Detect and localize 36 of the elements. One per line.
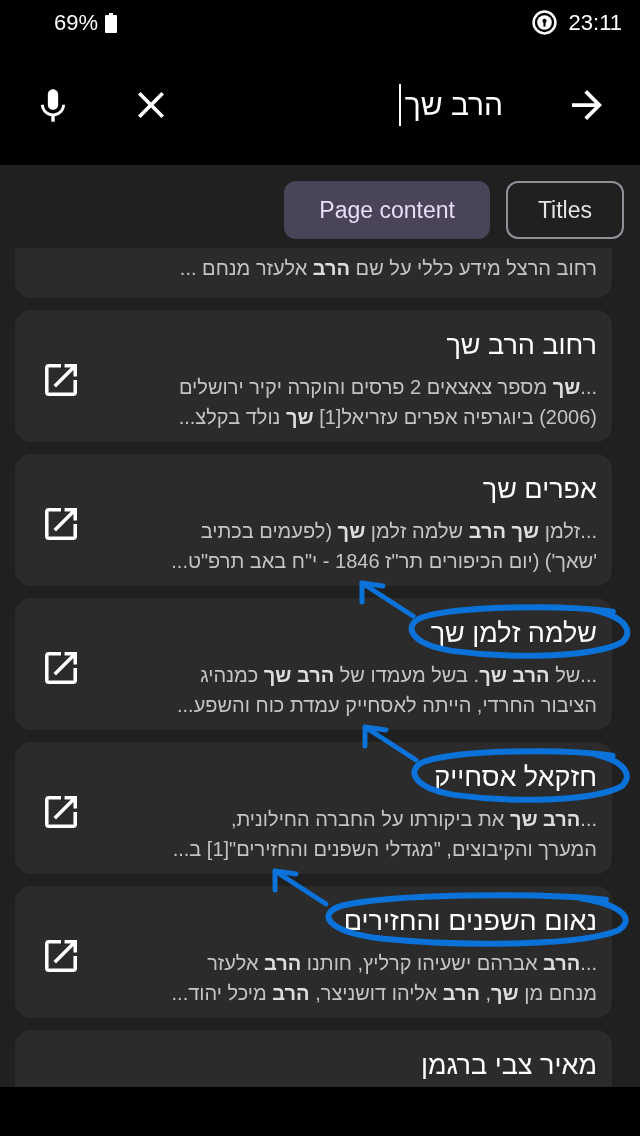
microphone-icon bbox=[41, 88, 65, 122]
result-card[interactable] bbox=[15, 598, 612, 730]
result-title: חזקאל אסחייק bbox=[434, 761, 597, 794]
result-snippet: ...זלמן שך הרב שלמה זלמן שך (לפעמים בכתיב 'שאך') (יום הכיפורים תר"ז 1846 - י"ח באב תרפ"ט... bbox=[171, 519, 597, 574]
clock-time: 23:11 bbox=[568, 9, 622, 36]
result-snippet: רחוב הרצל מידע כללי על שם הרב אלעזר מנחם ... bbox=[179, 256, 597, 281]
result-snippet: ...של הרב שך. בשל מעמדו של הרב שך כמנהיג הציבור החרדי, הייתה לאסחייק עמדת כוח והשפע... bbox=[176, 663, 597, 718]
battery-percentage: 69% bbox=[54, 9, 99, 36]
external-link-icon bbox=[45, 652, 77, 684]
filter-chip[interactable]: Page content bbox=[284, 181, 490, 239]
result-card[interactable] bbox=[15, 886, 612, 1018]
result-card[interactable] bbox=[15, 1030, 612, 1087]
external-link-icon bbox=[45, 940, 77, 972]
result-title: נאום השפנים והחזירים bbox=[343, 905, 597, 938]
search-field[interactable]: הרב שך bbox=[195, 77, 515, 133]
result-snippet: ...שך מספר צאצאים 2 פרסים והוקרה יקיר ירושלים (2006) ביוגרפיה אפרים עזריאל[1] שך נולד בקלצ... bbox=[178, 375, 597, 430]
external-link-icon bbox=[45, 508, 77, 540]
result-card[interactable] bbox=[15, 454, 612, 586]
result-snippet: ...הרב אברהם ישעיהו קרליץ, חותנו הרב אלעזר מנחם מן שך, הרב אליהו דושניצר, הרב מיכל יהוד... bbox=[171, 951, 597, 1006]
result-title: שלמה זלמן שך bbox=[430, 617, 597, 650]
external-link-icon bbox=[45, 796, 77, 828]
filter-chip[interactable]: Titles bbox=[505, 181, 624, 239]
external-link-icon bbox=[45, 364, 77, 396]
result-title: אפרים שך bbox=[482, 473, 597, 506]
annotation-arrow bbox=[269, 866, 330, 908]
result-snippet: ...הרב שך את ביקורתו על החברה החילונית, המערך והקיבוצים, "מגדלי השפנים והחזירים"[1] ב... bbox=[172, 807, 597, 862]
arrow-right-icon bbox=[572, 90, 602, 120]
keyhole-icon bbox=[531, 10, 557, 35]
annotation-arrow bbox=[360, 722, 421, 764]
close-icon bbox=[138, 92, 164, 118]
result-title: רחוב הרב שך bbox=[446, 329, 597, 362]
annotation-arrow bbox=[356, 578, 417, 620]
result-card[interactable] bbox=[15, 310, 612, 442]
result-card[interactable] bbox=[15, 742, 612, 874]
battery-icon bbox=[105, 12, 118, 33]
result-title: מאיר צבי ברגמן bbox=[420, 1049, 597, 1082]
